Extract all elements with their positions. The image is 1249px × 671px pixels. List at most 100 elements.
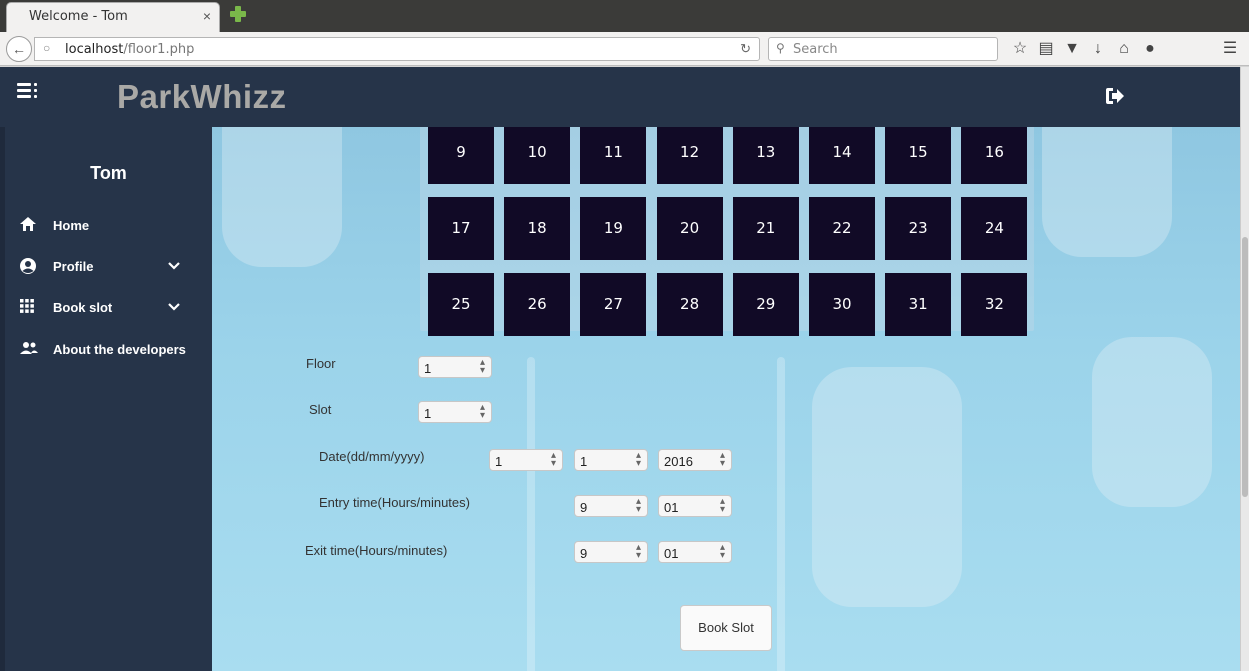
parking-slot[interactable]: 15 xyxy=(885,127,952,184)
chevron-down-icon[interactable] xyxy=(167,259,181,273)
url-path: /floor1.php xyxy=(123,42,195,57)
main-content: 9 10 11 12 13 14 15 16 17 18 19 20 21 22 23 24 25 26 27 28 2… xyxy=(212,127,1240,671)
scrollbar-thumb[interactable] xyxy=(1242,237,1248,497)
parking-slot[interactable]: 11 xyxy=(580,127,647,184)
parking-slot[interactable]: 28 xyxy=(656,273,723,336)
background-lane xyxy=(777,357,785,671)
sidebar-item-profile[interactable]: Profile xyxy=(5,254,212,280)
background-car xyxy=(222,127,342,267)
new-tab-icon[interactable] xyxy=(228,4,248,24)
exit-hours-value: 9 xyxy=(580,546,588,561)
browser-tab[interactable]: Welcome - Tom × xyxy=(6,2,220,32)
slot-value: 1 xyxy=(424,406,432,421)
sidebar-item-label: Home xyxy=(53,218,90,233)
entry-time-label: Entry time(Hours/minutes) xyxy=(319,495,470,510)
spinner-arrows-icon: ▴ ▾ xyxy=(719,542,725,561)
date-label: Date(dd/mm/yyyy) xyxy=(319,449,425,464)
entry-hours-select[interactable]: 9 ▴ ▾ xyxy=(574,495,648,517)
slot-grid: 9 10 11 12 13 14 15 16 17 18 19 20 21 22 23 24 25 26 27 28 2… xyxy=(420,127,1034,336)
app-header: ParkWhizz xyxy=(0,67,1240,127)
sidebar-item-about[interactable]: About the developers xyxy=(5,337,212,363)
parking-slot[interactable]: 30 xyxy=(809,273,875,336)
entry-minutes-value: 01 xyxy=(664,500,679,515)
parking-slot[interactable]: 25 xyxy=(428,273,494,336)
floor-label: Floor xyxy=(306,356,336,371)
sidebar-item-label: About the developers xyxy=(53,342,186,357)
parking-slot[interactable]: 23 xyxy=(885,197,952,260)
floor-value: 1 xyxy=(424,361,432,376)
parking-slot[interactable]: 27 xyxy=(580,273,647,336)
parking-slot[interactable]: 22 xyxy=(809,197,875,260)
parking-slot[interactable]: 19 xyxy=(580,197,647,260)
logout-icon[interactable] xyxy=(1104,86,1126,106)
spinner-arrows-icon: ▴ ▾ xyxy=(479,402,485,421)
exit-minutes-select[interactable]: 01 ▴ ▾ xyxy=(658,541,732,563)
home-browser-icon[interactable]: ⌂ xyxy=(1114,40,1134,58)
date-month-select[interactable]: 1 ▴ ▾ xyxy=(574,449,648,471)
page-scrollbar[interactable] xyxy=(1240,67,1249,671)
background-car xyxy=(1092,337,1212,507)
date-year-select[interactable]: 2016 ▴ ▾ xyxy=(658,449,732,471)
parking-slot[interactable]: 18 xyxy=(504,197,571,260)
parking-slot[interactable]: 24 xyxy=(961,197,1028,260)
bookmark-star-icon[interactable]: ☆ xyxy=(1010,40,1030,58)
sidebar-item-book-slot[interactable]: Book slot xyxy=(5,295,212,321)
entry-minutes-select[interactable]: 01 ▴ ▾ xyxy=(658,495,732,517)
background-lane xyxy=(527,357,535,671)
sidebar-username: Tom xyxy=(90,163,127,183)
account-icon xyxy=(19,257,39,275)
date-day-select[interactable]: 1 ▴ ▾ xyxy=(489,449,563,471)
sidebar-item-label: Book slot xyxy=(53,300,113,315)
parking-slot[interactable]: 12 xyxy=(656,127,723,184)
spinner-arrows-icon: ▴ ▾ xyxy=(550,450,556,469)
reload-icon[interactable]: ↻ xyxy=(740,41,751,57)
parking-slot[interactable]: 31 xyxy=(885,273,952,336)
date-month-value: 1 xyxy=(580,454,588,469)
parking-slot[interactable]: 13 xyxy=(732,127,799,184)
download-icon[interactable]: ↓ xyxy=(1088,40,1108,58)
people-icon xyxy=(19,340,39,358)
url-bar[interactable]: ○ localhost/floor1.php ↻ xyxy=(34,37,760,61)
parking-slot[interactable]: 9 xyxy=(428,127,494,184)
parking-slot[interactable]: 29 xyxy=(732,273,799,336)
parking-slot[interactable]: 32 xyxy=(961,273,1028,336)
parking-slot[interactable]: 10 xyxy=(504,127,571,184)
parking-slot[interactable]: 16 xyxy=(961,127,1028,184)
spinner-arrows-icon: ▴ ▾ xyxy=(719,496,725,515)
parking-slot[interactable]: 14 xyxy=(809,127,875,184)
tab-close-icon[interactable]: × xyxy=(203,8,211,24)
slot-select[interactable]: 1 ▴ ▾ xyxy=(418,401,492,423)
floor-select[interactable]: 1 ▴ ▾ xyxy=(418,356,492,378)
sidebar-item-home[interactable]: Home xyxy=(5,213,212,239)
brand-title[interactable]: ParkWhizz xyxy=(117,78,287,116)
background-car xyxy=(812,367,962,607)
globe-icon: ○ xyxy=(43,41,51,55)
browser-tab-bar: Welcome - Tom × xyxy=(0,0,1249,32)
back-arrow-icon[interactable]: ← xyxy=(6,36,32,62)
spinner-arrows-icon: ▴ ▾ xyxy=(479,357,485,376)
exit-time-label: Exit time(Hours/minutes) xyxy=(305,543,448,558)
menu-toggle-icon[interactable] xyxy=(17,83,37,99)
tab-title: Welcome - Tom xyxy=(29,9,128,24)
spinner-arrows-icon: ▴ ▾ xyxy=(635,450,641,469)
parking-slot[interactable]: 17 xyxy=(428,197,494,260)
chat-icon[interactable]: ● xyxy=(1140,40,1160,58)
url-host: localhost xyxy=(65,42,124,57)
date-year-value: 2016 xyxy=(664,454,693,469)
exit-hours-select[interactable]: 9 ▴ ▾ xyxy=(574,541,648,563)
reading-list-icon[interactable]: ▤ xyxy=(1036,40,1056,58)
search-input[interactable]: ⚲ Search xyxy=(768,37,998,61)
pocket-icon[interactable]: ▼ xyxy=(1062,40,1082,58)
parking-slot[interactable]: 26 xyxy=(504,273,571,336)
spinner-arrows-icon: ▴ ▾ xyxy=(719,450,725,469)
parking-slot[interactable]: 21 xyxy=(732,197,799,260)
spinner-arrows-icon: ▴ ▾ xyxy=(635,496,641,515)
chevron-down-icon[interactable] xyxy=(167,300,181,314)
slot-label: Slot xyxy=(309,402,332,417)
search-placeholder: Search xyxy=(793,42,838,57)
parking-slot[interactable]: 20 xyxy=(656,197,723,260)
entry-hours-value: 9 xyxy=(580,500,588,515)
hamburger-menu-icon[interactable]: ☰ xyxy=(1220,40,1240,58)
spinner-arrows-icon: ▴ ▾ xyxy=(635,542,641,561)
book-slot-button[interactable]: Book Slot xyxy=(680,605,772,651)
